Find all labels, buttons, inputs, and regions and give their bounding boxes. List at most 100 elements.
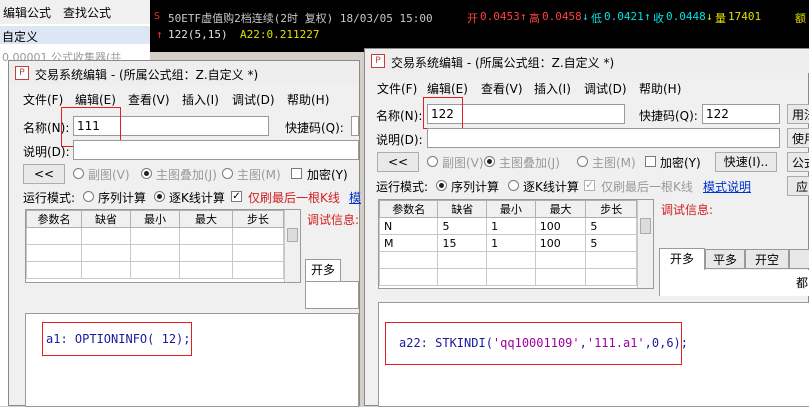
run-mode-label: 运行模式: [376,180,429,194]
down-arrow-icon: ↓ [706,10,713,23]
encrypt-checkbox[interactable] [291,168,302,179]
scroll-thumb[interactable] [640,218,651,234]
formula-button[interactable]: 公式 [787,152,809,172]
refresh-last-checkbox[interactable]: ✓ [584,180,595,191]
app-icon: P [371,54,385,68]
quick-button[interactable]: 快速(I).. [715,152,777,172]
menu-help[interactable]: 帮助(H) [287,91,329,108]
desc-input[interactable] [427,128,780,148]
table-row[interactable]: N 5 1 100 5 [379,217,637,235]
tab-panel: 都 [659,270,809,296]
menu-file[interactable]: 文件(F) [377,80,417,97]
shortcut-input[interactable]: 122 [702,104,780,124]
name-label: 名称(N): [376,109,423,123]
highlight-box [423,97,463,129]
open-value: 0.0453 [480,10,520,23]
refresh-last-checkbox[interactable]: ✓ [231,191,242,202]
menu-debug[interactable]: 调试(D) [584,80,627,97]
col-min[interactable]: 最小 [130,210,180,228]
radio-main-chart[interactable] [222,168,233,179]
highlight-box [385,322,682,365]
menu-find-formula[interactable]: 查找公式 [63,4,111,21]
use-button[interactable]: 使用 [787,128,809,148]
close-value: 0.0448 [666,10,706,23]
col-default[interactable]: 缺省 [81,210,131,228]
shortcut-label: 快捷码(Q): [285,121,344,135]
vol-label: 量 [715,12,726,25]
code-editor[interactable]: a22: STKINDI('qq10001109','111.a1',0,6); [378,302,809,407]
tab-open-long[interactable]: 开多 [659,248,705,270]
chart-header: S 50ETF虚值购2档连续(2时 复权) 18/03/05 15:00 开 0… [150,0,809,52]
col-max[interactable]: 最大 [534,200,587,218]
col-min[interactable]: 最小 [486,200,536,218]
up-arrow-icon: ↑ [156,28,163,41]
menu-edit[interactable]: 编辑(E) [427,80,468,97]
title-bar[interactable]: P 交易系统编辑 - (所属公式组：Z.自定义 *) [9,61,359,85]
radio-series-calc[interactable] [436,180,447,191]
radio-per-bar-calc[interactable] [508,180,519,191]
apply-button[interactable]: 应 [787,176,809,196]
menu-view[interactable]: 查看(V) [481,80,523,97]
radio-main-chart[interactable] [577,156,588,167]
menu-edit-formula[interactable]: 编辑公式 [3,4,51,21]
code-editor[interactable]: a1: OPTIONINFO( 12); [25,313,359,407]
chart-title: 50ETF虚值购2档连续(2时 复权) 18/03/05 15:00 [168,12,433,25]
background-menubar: 编辑公式 查找公式 [0,0,150,24]
debug-label: 调试信息: [307,213,360,227]
close-label: 收 [653,12,664,25]
open-label: 开 [467,12,478,25]
tab-close-long[interactable]: 平多 [705,249,745,269]
title-bar[interactable]: P 交易系统编辑 - (所属公式组：Z.自定义 *) [365,49,809,73]
encrypt-checkbox[interactable] [645,156,656,167]
scrollbar[interactable] [637,200,653,288]
radio-sub-chart[interactable] [73,168,84,179]
menu-help[interactable]: 帮助(H) [639,80,681,97]
radio-series-calc[interactable] [83,191,94,202]
param-table[interactable]: 参数名 缺省 最小 最大 步长 [25,209,301,283]
amount-label: 额 [795,12,806,25]
tab-panel [305,281,359,309]
tab-more[interactable] [789,249,809,269]
radio-main-overlay[interactable] [484,156,495,167]
up-arrow-icon: ↑ [644,10,651,23]
tab-open-long[interactable]: 开多 [305,259,341,281]
menu-bar: 文件(F) 编辑(E) 查看(V) 插入(I) 调试(D) 帮助(H) [9,90,359,108]
formula-editor-window-1: P 交易系统编辑 - (所属公式组：Z.自定义 *) 文件(F) 编辑(E) 查… [8,60,361,407]
mode-help-link[interactable]: 模式说明 [703,178,751,195]
collapse-button[interactable]: << [23,164,65,184]
col-step[interactable]: 步长 [585,200,637,218]
run-mode-label: 运行模式: [23,191,76,205]
param-table[interactable]: 参数名 缺省 最小 最大 步长 N 5 1 100 5 M 15 1 100 5 [378,199,654,289]
collapse-button[interactable]: << [377,152,419,172]
high-value: 0.0458 [542,10,582,23]
scrollbar[interactable] [284,210,300,282]
menu-file[interactable]: 文件(F) [23,91,63,108]
menu-insert[interactable]: 插入(I) [182,91,219,108]
usage-button[interactable]: 用法 [787,104,809,124]
col-param-name[interactable]: 参数名 [379,200,439,218]
tree-selected-item[interactable]: 自定义 [0,26,150,44]
col-max[interactable]: 最大 [179,210,233,228]
down-arrow-icon: ↓ [582,10,589,23]
radio-main-overlay[interactable] [141,168,152,179]
radio-per-bar-calc[interactable] [154,191,165,202]
menu-view[interactable]: 查看(V) [128,91,170,108]
vol-value: 17401 [728,10,762,23]
tab-open-short[interactable]: 开空 [745,249,789,269]
menu-debug[interactable]: 调试(D) [232,91,275,108]
shortcut-label: 快捷码(Q): [639,109,698,123]
radio-sub-chart[interactable] [427,156,438,167]
col-param-name[interactable]: 参数名 [26,210,82,228]
menu-edit[interactable]: 编辑(E) [75,91,116,108]
refresh-last-label: 仅刷最后一根K线 [248,191,340,205]
col-step[interactable]: 步长 [232,210,284,228]
table-row[interactable]: M 15 1 100 5 [379,234,637,252]
col-default[interactable]: 缺省 [437,200,488,218]
encrypt-label: 加密(Y) [307,168,348,182]
menu-insert[interactable]: 插入(I) [534,80,571,97]
shortcut-input[interactable] [351,116,359,136]
encrypt-label: 加密(Y) [660,156,701,170]
mode-link[interactable]: 模 [349,189,361,206]
desc-input[interactable] [73,140,359,160]
scroll-thumb[interactable] [287,228,298,242]
